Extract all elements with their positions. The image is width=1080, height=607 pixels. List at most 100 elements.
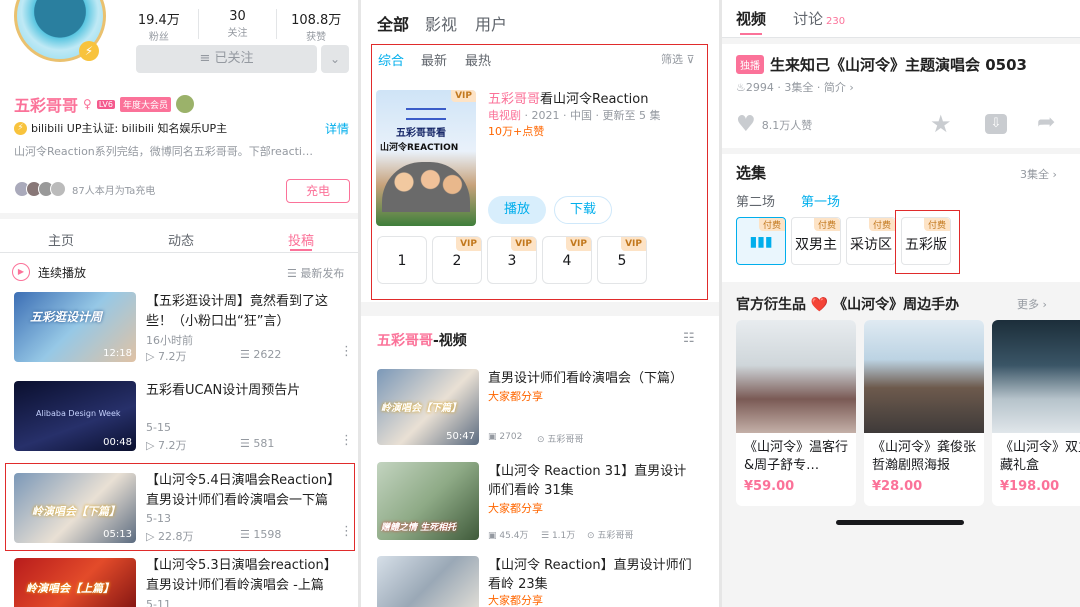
list-item[interactable]: 岭演唱会【下篇】 50:47 直男设计师们看岭演唱会（下篇） 大家都分享 ▣ 2… bbox=[361, 366, 719, 448]
bio-text[interactable]: 山河令Reaction系列完结，微博同名五彩哥哥。下部reacti… bbox=[14, 143, 313, 159]
more-icon[interactable]: ⋮ bbox=[340, 525, 353, 538]
more-icon[interactable]: ⋮ bbox=[340, 345, 353, 358]
list-item[interactable]: 岭演唱会【下篇】 05:13 【山河令5.4日演唱会Reaction】直男设计师… bbox=[0, 466, 358, 550]
sort-button[interactable]: ☰ 最新发布 bbox=[287, 265, 344, 281]
play-button[interactable]: 播放 bbox=[488, 196, 546, 224]
product-card[interactable]: 《山河令》龚俊张哲瀚剧照海报 ¥28.00 bbox=[864, 320, 984, 506]
up-profile-panel: ⚡ 19.4万 粉丝 30 关注 108.8万 获赞 ≡ 已关注 ⌄ 五彩哥哥 ♀ L… bbox=[0, 0, 358, 607]
video-time: 5-11 bbox=[146, 598, 171, 607]
pgc-cover[interactable]: VIP 五彩哥哥看 山河令REACTION bbox=[376, 90, 476, 226]
episode-card[interactable]: 付费 采访区 bbox=[846, 217, 896, 265]
select-all-link[interactable]: 3集全 › bbox=[1020, 166, 1057, 182]
danmaku-icon: ☰ bbox=[240, 528, 250, 541]
title-highlight: 五彩哥哥 bbox=[488, 92, 541, 107]
list-item[interactable]: 岭演唱会【上篇】 【山河令5.3日演唱会reaction】直男设计师们看岭演唱会… bbox=[0, 556, 358, 607]
video-thumbnail: 岭演唱会【下篇】 05:13 bbox=[14, 473, 136, 543]
episode-label: 双男主 bbox=[795, 237, 837, 253]
divider bbox=[722, 148, 1080, 154]
filter-latest[interactable]: 最新 bbox=[421, 50, 447, 69]
list-layout-icon[interactable]: ☷ bbox=[683, 331, 695, 346]
up-name: 五彩哥哥 bbox=[14, 96, 79, 115]
search-tabs: 全部 影视 用户 bbox=[361, 0, 719, 40]
views-value: 7.2万 bbox=[157, 439, 187, 452]
video-thumbnail: 赠鳢之情 生死相托 bbox=[377, 462, 479, 540]
episode-card-playing[interactable]: 付费 ▮▮▮ bbox=[736, 217, 786, 265]
list-item[interactable]: 【山河令 Reaction】直男设计师们看岭 23集 大家都分享 bbox=[361, 556, 719, 607]
product-price: ¥28.00 bbox=[872, 479, 923, 494]
season-2-tab[interactable]: 第二场 bbox=[736, 191, 775, 210]
danmaku-stat: ☰ 1598 bbox=[240, 528, 281, 541]
product-card[interactable]: 《山河令》双主珍藏礼盒 ¥198.00 bbox=[992, 320, 1080, 506]
play-count-icon: ▷ bbox=[146, 350, 155, 363]
episode-2[interactable]: 2 VIP bbox=[432, 236, 482, 284]
stat-value: 30 bbox=[229, 9, 246, 24]
more-icon[interactable]: ⋮ bbox=[340, 434, 353, 447]
like-count: 8.1万人赞 bbox=[761, 118, 813, 132]
charge-button[interactable]: 充电 bbox=[286, 179, 350, 203]
avatar[interactable]: ⚡ bbox=[14, 0, 106, 62]
cover-stripes bbox=[406, 108, 446, 120]
views-value: 2994 bbox=[745, 81, 774, 94]
tab-bangumi[interactable]: 影视 bbox=[425, 11, 457, 35]
favorite-star-icon[interactable]: ★ bbox=[930, 110, 952, 138]
episode-number: 4 bbox=[562, 253, 572, 269]
episode-4[interactable]: 4 VIP bbox=[542, 236, 592, 284]
views-value: 45.4万 bbox=[499, 531, 529, 541]
tab-home[interactable]: 主页 bbox=[48, 230, 74, 249]
autoplay-row[interactable]: ▶ 连续播放 bbox=[12, 263, 86, 281]
share-tag: 大家都分享 bbox=[488, 594, 543, 607]
video-thumbnail: 岭演唱会【下篇】 50:47 bbox=[377, 369, 479, 445]
season-1-tab[interactable]: 第一场 bbox=[801, 191, 840, 210]
tab-dynamic[interactable]: 动态 bbox=[168, 230, 194, 249]
danmaku-stat: ☰ 2622 bbox=[240, 348, 281, 361]
section-title: 五彩哥哥-视频 bbox=[377, 330, 467, 350]
tab-discuss[interactable]: 讨论 230 bbox=[793, 8, 845, 29]
pgc-title[interactable]: 五彩哥哥看山河令Reaction bbox=[488, 88, 648, 107]
like-row[interactable]: ♥ 8.1万人赞 bbox=[736, 112, 812, 137]
divider bbox=[722, 38, 1080, 44]
episode-label: 采访区 bbox=[850, 237, 892, 253]
episode-5[interactable]: 5 VIP bbox=[597, 236, 647, 284]
episode-card[interactable]: 付费 双男主 bbox=[791, 217, 841, 265]
danmaku-stat: ☰ 581 bbox=[240, 437, 274, 450]
product-card[interactable]: 《山河令》温客行&周子舒专… ¥59.00 bbox=[736, 320, 856, 506]
views-stat: ▷ 7.2万 bbox=[146, 437, 186, 453]
views-stat: ▷ 7.2万 bbox=[146, 348, 186, 364]
filter-button[interactable]: 筛选 ⊽ bbox=[661, 51, 695, 67]
list-item[interactable]: 五彩逛设计周 12:18 【五彩逛设计周】竟然看到了这些！（小粉口出“狂”言） … bbox=[0, 290, 358, 368]
episode-1[interactable]: 1 bbox=[377, 236, 427, 284]
list-item[interactable]: Alibaba Design Week 00:48 五彩看UCAN设计周预告片 … bbox=[0, 379, 358, 457]
filter-hot[interactable]: 最热 bbox=[465, 50, 491, 69]
share-icon[interactable]: ➦ bbox=[1037, 110, 1055, 135]
download-button[interactable]: 下载 bbox=[554, 196, 612, 224]
stat-fans[interactable]: 19.4万 粉丝 bbox=[120, 9, 198, 43]
product-price: ¥198.00 bbox=[1000, 479, 1060, 494]
stat-following[interactable]: 30 关注 bbox=[197, 9, 278, 39]
title-row: 独播 生来知己《山河令》主题演唱会 0503 bbox=[736, 54, 1027, 75]
tab-label: 讨论 bbox=[793, 10, 824, 28]
danmaku-value: 581 bbox=[253, 437, 275, 450]
detail-link[interactable]: 详情 bbox=[325, 120, 349, 137]
episode-card[interactable]: 付费 五彩版 bbox=[901, 217, 951, 265]
vip-badge: VIP bbox=[621, 237, 646, 251]
filter-composite[interactable]: 综合 bbox=[378, 50, 404, 69]
video-title: 【山河令 Reaction 31】直男设计师们看岭 31集 bbox=[488, 464, 687, 498]
intro-link[interactable]: 简介 › bbox=[824, 81, 854, 94]
views-value: 7.2万 bbox=[157, 350, 187, 363]
video-time: 16小时前 bbox=[146, 334, 193, 347]
stat-label: 粉丝 bbox=[148, 32, 169, 43]
followed-button[interactable]: ≡ 已关注 bbox=[136, 45, 317, 73]
tab-all[interactable]: 全部 bbox=[377, 11, 409, 35]
tab-video[interactable]: 视频 bbox=[736, 8, 766, 29]
list-item[interactable]: 赠鳢之情 生死相托 【山河令 Reaction 31】直男设计师们看岭 31集 … bbox=[361, 462, 719, 544]
more-dropdown-button[interactable]: ⌄ bbox=[321, 45, 349, 73]
tab-posts[interactable]: 投稿 bbox=[288, 230, 314, 249]
tab-user[interactable]: 用户 bbox=[475, 11, 507, 35]
product-title: 《山河令》温客行&周子舒专… bbox=[744, 440, 849, 473]
cover-caption: 山河令REACTION bbox=[380, 143, 459, 153]
more-link[interactable]: 更多 › bbox=[1017, 296, 1047, 312]
stat-likes[interactable]: 108.8万 获赞 bbox=[277, 9, 355, 43]
episode-3[interactable]: 3 VIP bbox=[487, 236, 537, 284]
download-icon[interactable]: ⇩ bbox=[985, 114, 1007, 134]
merch-title: 官方衍生品 ❤️ 《山河令》周边手办 bbox=[736, 297, 960, 313]
